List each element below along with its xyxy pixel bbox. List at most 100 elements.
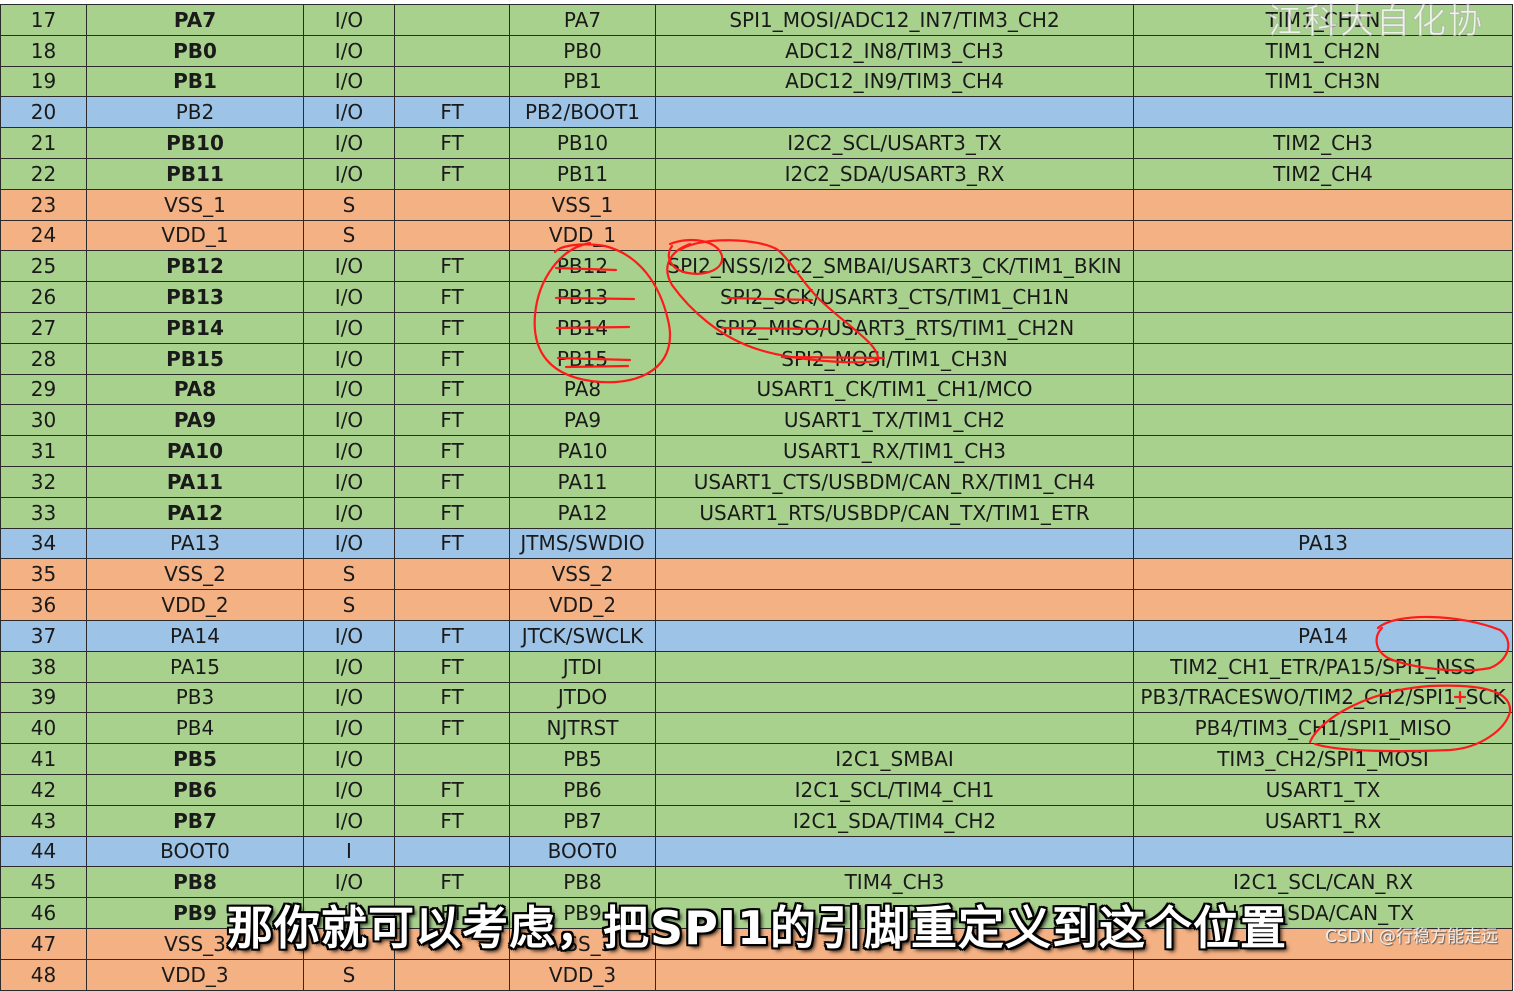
main-function-cell: VDD_3 [509,958,656,991]
remap-function-cell: PA14 [1133,619,1513,652]
io-level-cell: FT [394,773,510,806]
table-row: 21 PB10 I/O FT PB10 I2C2_SCL/USART3_TX TIM2_CH… [0,127,1513,159]
default-alternate-function-cell: SPI2_NSS/I2C2_SMBAI/USART3_CK/TIM1_BKIN [655,250,1134,283]
io-level-cell [394,558,510,591]
table-row: 23 VSS_1 S VSS_1 [0,188,1513,221]
remap-function-cell [1133,435,1513,467]
table-row: 40 PB4 I/O FT NJTRST PB4/TIM3_CH1/SPI1_MISO [0,712,1513,745]
io-level-cell: FT [394,250,510,283]
pin-type-cell: I/O [303,281,395,313]
table-row: 19 PB1 I/O PB1 ADC12_IN9/TIM3_CH4 TIM1_CH3N [0,65,1513,98]
remap-function-cell [1133,589,1513,621]
remap-function-cell: TIM1_CH3N [1133,65,1513,98]
io-level-cell: FT [394,373,510,406]
main-function-cell: PB7 [509,804,656,837]
main-function-cell: PA10 [509,435,656,467]
pin-name-cell: PB6 [86,773,304,806]
table-row: 20 PB2 I/O FT PB2/BOOT1 [0,96,1513,129]
main-function-cell: PA12 [509,496,656,529]
table-row: 30 PA9 I/O FT PA9 USART1_TX/TIM1_CH2 [0,404,1513,437]
pin-type-cell: I/O [303,311,395,344]
main-function-cell: PB15 [509,342,656,375]
remap-function-cell [1133,835,1513,868]
pin-name-cell: PA10 [86,435,304,467]
table-row: 26 PB13 I/O FT PB13 SPI2_SCK/USART3_CTS/TIM1_… [0,281,1513,313]
pin-name-cell: PB1 [86,65,304,98]
remap-function-cell: USART1_TX [1133,773,1513,806]
default-alternate-function-cell: SPI2_MISO/USART3_RTS/TIM1_CH2N [655,311,1134,344]
pin-name-cell: PA12 [86,496,304,529]
pin-type-cell: I/O [303,465,395,498]
pin-number-cell: 30 [0,404,87,437]
pin-type-cell: I/O [303,619,395,652]
default-alternate-function-cell [655,712,1134,745]
main-function-cell: PB11 [509,157,656,190]
remap-function-cell [1133,250,1513,283]
pin-number-cell: 32 [0,465,87,498]
pin-type-cell: I/O [303,342,395,375]
default-alternate-function-cell: USART1_CK/TIM1_CH1/MCO [655,373,1134,406]
default-alternate-function-cell [655,219,1134,252]
io-level-cell: FT [394,681,510,714]
pin-name-cell: VSS_1 [86,188,304,221]
remap-function-cell: TIM2_CH3 [1133,127,1513,159]
pin-name-cell: VDD_2 [86,589,304,621]
pin-number-cell: 19 [0,65,87,98]
io-level-cell [394,958,510,991]
io-level-cell [394,34,510,67]
default-alternate-function-cell [655,96,1134,129]
default-alternate-function-cell: USART1_CTS/USBDM/CAN_RX/TIM1_CH4 [655,465,1134,498]
default-alternate-function-cell: I2C1_SMBAI [655,743,1134,775]
main-function-cell: PB5 [509,743,656,775]
pin-name-cell: PB10 [86,127,304,159]
main-function-cell: JTDI [509,650,656,683]
io-level-cell: FT [394,465,510,498]
remap-function-cell: PB4/TIM3_CH1/SPI1_MISO [1133,712,1513,745]
remap-function-cell: TIM2_CH4 [1133,157,1513,190]
io-level-cell: FT [394,804,510,837]
pin-name-cell: PB12 [86,250,304,283]
remap-function-cell: TIM2_CH1_ETR/PA15/SPI1_NSS [1133,650,1513,683]
table-row: 38 PA15 I/O FT JTDI TIM2_CH1_ETR/PA15/SPI1_NS… [0,650,1513,683]
io-level-cell: FT [394,650,510,683]
pin-type-cell: I/O [303,681,395,714]
io-level-cell: FT [394,157,510,190]
io-level-cell [394,65,510,98]
pin-table-body: 17 PA7 I/O PA7 SPI1_MOSI/ADC12_IN7/TIM3_CH2 T… [0,4,1513,991]
main-function-cell: NJTRST [509,712,656,745]
default-alternate-function-cell: ADC12_IN9/TIM3_CH4 [655,65,1134,98]
main-function-cell: JTDO [509,681,656,714]
main-function-cell: PA11 [509,465,656,498]
pin-number-cell: 41 [0,743,87,775]
remap-function-cell [1133,342,1513,375]
pin-name-cell: PB4 [86,712,304,745]
default-alternate-function-cell: I2C1_SCL/TIM4_CH1 [655,773,1134,806]
main-function-cell: VSS_1 [509,188,656,221]
video-subtitle: 那你就可以考虑，把SPI1的引脚重定义到这个位置 [227,901,1287,955]
table-row: 34 PA13 I/O FT JTMS/SWDIO PA13 [0,527,1513,560]
pin-type-cell: I/O [303,157,395,190]
main-function-cell: PA9 [509,404,656,437]
main-function-cell: VDD_1 [509,219,656,252]
io-level-cell [394,4,510,36]
default-alternate-function-cell: I2C2_SDA/USART3_RX [655,157,1134,190]
io-level-cell: FT [394,127,510,159]
pin-type-cell: I/O [303,34,395,67]
pin-type-cell: S [303,558,395,591]
pin-number-cell: 39 [0,681,87,714]
table-row: 25 PB12 I/O FT PB12 SPI2_NSS/I2C2_SMBAI/USART… [0,250,1513,283]
pin-type-cell: S [303,589,395,621]
pin-type-cell: I/O [303,435,395,467]
default-alternate-function-cell: USART1_RTS/USBDP/CAN_TX/TIM1_ETR [655,496,1134,529]
table-row: 29 PA8 I/O FT PA8 USART1_CK/TIM1_CH1/MCO [0,373,1513,406]
pin-definition-table: 17 PA7 I/O PA7 SPI1_MOSI/ADC12_IN7/TIM3_CH2 T… [0,4,1513,991]
table-row: 48 VDD_3 S VDD_3 [0,958,1513,991]
pin-type-cell: I/O [303,712,395,745]
pin-name-cell: PA11 [86,465,304,498]
remap-function-cell [1133,404,1513,437]
table-row: 41 PB5 I/O PB5 I2C1_SMBAI TIM3_CH2/SPI1_MOSI [0,743,1513,775]
default-alternate-function-cell: I2C2_SCL/USART3_TX [655,127,1134,159]
io-level-cell [394,743,510,775]
main-function-cell: PB1 [509,65,656,98]
table-row: 36 VDD_2 S VDD_2 [0,589,1513,621]
